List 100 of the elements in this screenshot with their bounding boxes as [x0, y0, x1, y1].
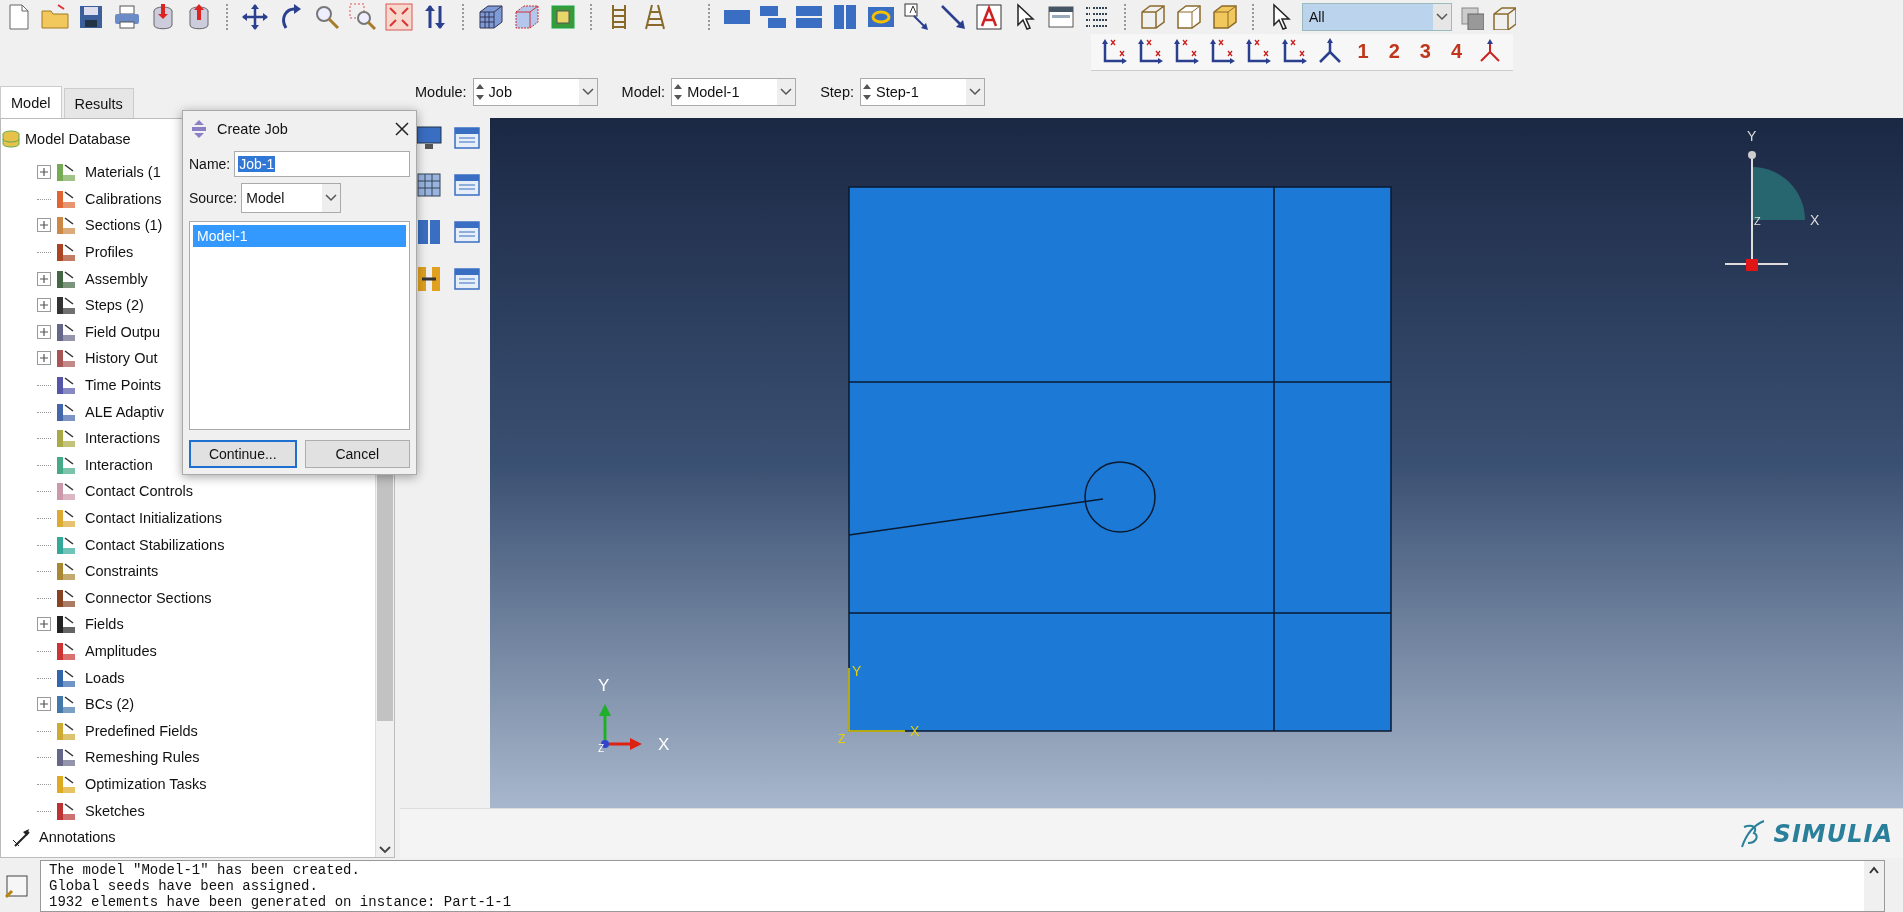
tree-root-label[interactable]: Model Database	[25, 131, 131, 147]
tree-node-icon	[55, 161, 77, 184]
tree-item[interactable]: Fields	[85, 616, 124, 633]
axis-label: Z	[598, 743, 605, 754]
wireframe-cube-icon[interactable]	[1138, 2, 1168, 32]
selection-filter-dropdown[interactable]: All	[1302, 3, 1452, 31]
box-zoom-icon[interactable]	[348, 2, 378, 32]
dialog-title: Create Job	[217, 121, 289, 137]
tree-node-icon	[55, 693, 77, 716]
caret-icon	[777, 79, 796, 105]
field-label: Source:	[189, 190, 238, 206]
tree-item[interactable]: Contact Initializations	[85, 510, 222, 526]
printer-icon[interactable]	[112, 2, 142, 32]
tree-item[interactable]: Field Outpu	[85, 323, 160, 340]
axis-label: X	[658, 735, 670, 754]
tree-item[interactable]: Loads	[85, 669, 125, 686]
message-log-icon[interactable]	[4, 873, 30, 899]
message-line: The model "Model-1" has been created.	[49, 862, 361, 878]
axis-label: X	[910, 723, 920, 739]
fit-view-icon[interactable]	[384, 2, 414, 32]
cube-icon[interactable]	[512, 2, 542, 32]
tree-node-icon	[55, 746, 77, 769]
view-button[interactable]: 1	[1350, 40, 1376, 63]
tree-item[interactable]: Contact Stabilizations	[85, 536, 225, 553]
message-line: Global seeds have been assigned.	[49, 878, 319, 894]
axis-label: Z	[1754, 215, 1761, 227]
database-icon	[1, 129, 21, 149]
tree-node-icon	[55, 294, 77, 317]
field-label: Model:	[621, 84, 666, 100]
brand-name: SIMULIA	[1773, 819, 1893, 848]
text-icon[interactable]	[974, 2, 1004, 32]
tree-node-icon	[55, 507, 77, 529]
axis-label: X	[1810, 212, 1820, 228]
caret-icon	[578, 79, 597, 105]
mesh-cube-icon[interactable]	[476, 2, 506, 32]
tab[interactable]: Results	[63, 88, 134, 118]
view-button[interactable]: 3	[1412, 40, 1438, 63]
model-dropdown[interactable]: Model-1	[671, 78, 797, 106]
tree-node-icon	[55, 427, 77, 450]
tree-node-icon	[55, 214, 77, 237]
step-dropdown[interactable]: Step-1	[860, 78, 985, 106]
triad-drawing	[599, 704, 642, 750]
arrow-icon[interactable]	[938, 2, 968, 32]
caret-icon	[322, 184, 341, 212]
tree-item[interactable]: Profiles	[85, 244, 134, 261]
tree-item[interactable]: Contact Controls	[85, 483, 193, 500]
axis-drawing	[848, 667, 906, 732]
source-dropdown[interactable]: Model	[241, 183, 342, 213]
continue-button[interactable]: Continue...	[189, 440, 297, 468]
name-field[interactable]: Job-1	[234, 151, 410, 177]
tree-item[interactable]: Predefined Fields	[85, 722, 198, 739]
view-button[interactable]: 4	[1443, 40, 1469, 63]
dialog-icon	[189, 119, 209, 139]
viewport[interactable]: Y Z X Y Z X Y Z X	[490, 118, 1903, 808]
tree-item[interactable]: Calibrations	[85, 190, 162, 207]
tree-item[interactable]: Constraints	[85, 563, 159, 580]
tree-node-icon	[55, 560, 77, 583]
tree-node-icon	[55, 640, 77, 662]
caret-icon	[1433, 4, 1451, 30]
axis-label: Y	[852, 663, 862, 679]
tree-item[interactable]: Sketches	[85, 802, 145, 819]
tree-item[interactable]: Amplitudes	[85, 643, 157, 659]
tree-item[interactable]: BCs (2)	[85, 696, 135, 713]
tab[interactable]: Model	[0, 86, 62, 118]
move-icon[interactable]	[240, 2, 270, 32]
view-button[interactable]: 2	[1381, 40, 1407, 63]
axis-label: Y	[598, 676, 610, 695]
tree-item[interactable]: Steps (2)	[85, 297, 144, 314]
tree-item[interactable]: ALE Adaptiv	[85, 403, 164, 420]
close-icon[interactable]	[394, 121, 410, 137]
wireframe-cube-icon[interactable]	[1490, 4, 1516, 30]
cube-icon[interactable]	[1210, 2, 1240, 32]
tree-item[interactable]: Optimization Tasks	[85, 775, 207, 792]
tree-node-icon	[55, 480, 77, 503]
cube-icon[interactable]	[548, 2, 578, 32]
field-label: Step:	[820, 84, 854, 100]
tree-item[interactable]: Interactions	[85, 430, 160, 447]
cancel-button[interactable]: Cancel	[304, 440, 410, 468]
tree-node-icon	[55, 374, 77, 397]
tree-item[interactable]: Assembly	[85, 270, 148, 287]
module-dropdown[interactable]: Job	[472, 78, 598, 106]
monitor-icon[interactable]	[414, 123, 442, 151]
scroll-up-icon[interactable]	[1868, 865, 1880, 875]
tree-node-icon	[55, 241, 77, 264]
axis-label: Y	[1747, 128, 1757, 144]
field-label: Name:	[189, 156, 231, 172]
tree-item[interactable]: Interaction	[85, 456, 153, 473]
tree-item[interactable]: Materials (1	[85, 164, 161, 181]
tree-item[interactable]: Sections (1)	[85, 217, 163, 234]
tree-item[interactable]: Connector Sections	[85, 589, 212, 606]
cube-icon[interactable]	[1174, 2, 1204, 32]
tree-item[interactable]: Annotations	[39, 829, 116, 846]
layers-icon[interactable]	[1458, 4, 1484, 30]
grid-icon[interactable]	[414, 170, 442, 198]
message-line: 1932 elements have been generated on instance: Part-1-1	[49, 894, 513, 910]
tree-item[interactable]: Time Points	[85, 377, 161, 394]
tree-item[interactable]: History Out	[85, 350, 158, 367]
annotation-icon	[11, 826, 33, 849]
tree-item[interactable]: Remeshing Rules	[85, 749, 200, 766]
tree-node-icon	[55, 613, 77, 636]
